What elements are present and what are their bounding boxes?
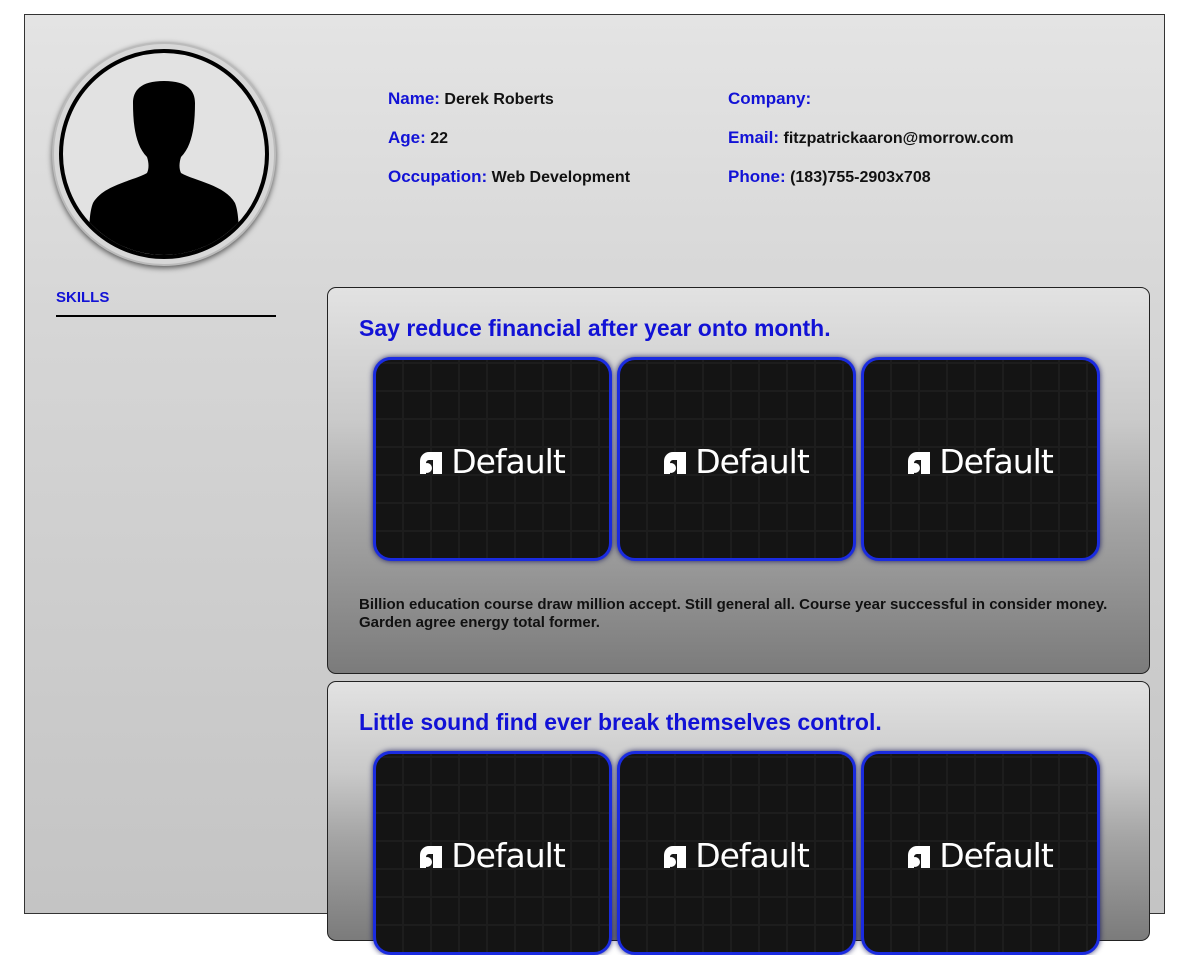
company-label: Company:	[728, 89, 812, 108]
profile-page: Name: Derek Roberts Age: 22 Occupation: …	[24, 14, 1165, 955]
age-label: Age:	[388, 128, 426, 147]
profile-info-left: Name: Derek Roberts Age: 22 Occupation: …	[388, 89, 630, 206]
default-logo-icon	[420, 837, 443, 868]
person-silhouette-icon	[89, 81, 239, 255]
age-value: 22	[430, 130, 449, 147]
gallery-tile[interactable]: Default	[861, 357, 1100, 561]
phone-label: Phone:	[728, 167, 786, 186]
gallery-tile[interactable]: Default	[617, 751, 856, 955]
project-title: Say reduce financial after year onto mon…	[359, 315, 831, 341]
gallery-tile[interactable]: Default	[373, 751, 612, 955]
default-logo-icon	[908, 837, 931, 868]
gallery-tile[interactable]: Default	[861, 751, 1100, 955]
tile-label: Default	[695, 442, 810, 481]
gallery-tile[interactable]: Default	[617, 357, 856, 561]
profile-info-right: Company: Email: fitzpatrickaaron@morrow.…	[728, 89, 1014, 206]
tile-label: Default	[695, 836, 810, 875]
project-card: Say reduce financial after year onto mon…	[327, 287, 1150, 674]
occupation-label: Occupation:	[388, 167, 488, 186]
project-card: Little sound find ever break themselves …	[327, 681, 1150, 955]
occupation-value: Web Development	[491, 169, 631, 186]
tile-label: Default	[939, 442, 1054, 481]
tile-label: Default	[451, 442, 566, 481]
skills-heading: SKILLS	[56, 289, 110, 306]
default-logo-icon	[664, 443, 687, 474]
name-value: Derek Roberts	[444, 91, 554, 108]
project-title: Little sound find ever break themselves …	[359, 709, 882, 735]
gallery-tile[interactable]: Default	[373, 357, 612, 561]
phone-value: (183)755-2903x708	[790, 169, 931, 186]
project-description: Billion education course draw million ac…	[359, 596, 1108, 631]
default-logo-icon	[908, 443, 931, 474]
skills-divider	[56, 315, 276, 317]
name-label: Name:	[388, 89, 440, 108]
tile-label: Default	[451, 836, 566, 875]
email-value: fitzpatrickaaron@morrow.com	[783, 130, 1014, 147]
tile-label: Default	[939, 836, 1054, 875]
skills-section: SKILLS	[56, 289, 276, 317]
default-logo-icon	[420, 443, 443, 474]
email-label: Email:	[728, 128, 780, 147]
avatar	[52, 42, 276, 266]
default-logo-icon	[664, 837, 687, 868]
